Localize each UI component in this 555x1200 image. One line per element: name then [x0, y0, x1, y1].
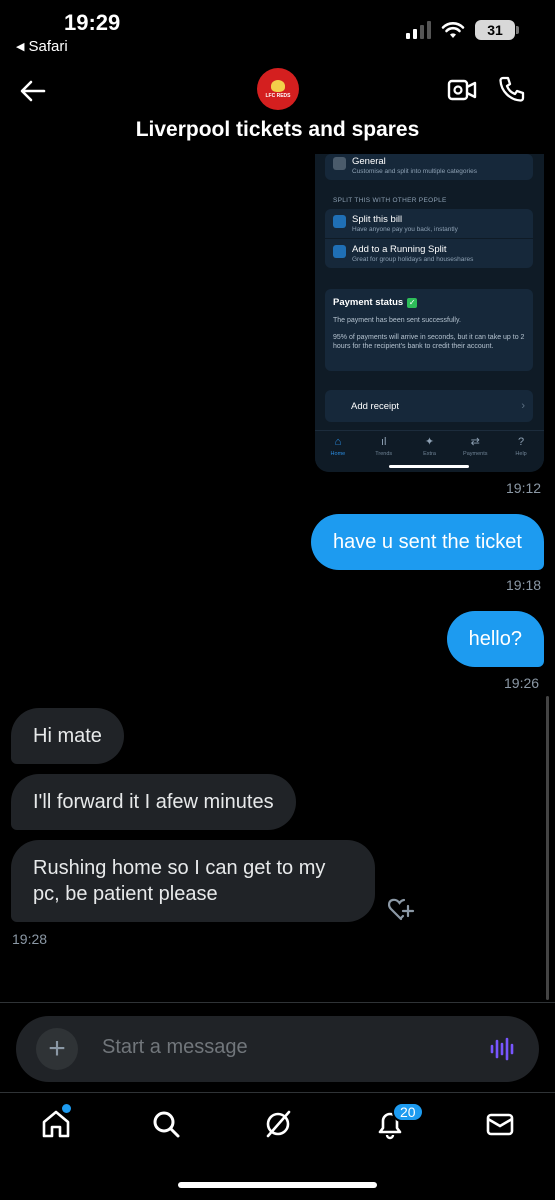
battery-indicator: 31 — [475, 20, 519, 40]
home-notification-dot — [62, 1104, 71, 1113]
back-arrow-icon[interactable] — [18, 76, 48, 106]
message-incoming[interactable]: Hi mate — [11, 708, 124, 764]
sparkle-icon: ✦ — [424, 436, 435, 448]
category-icon — [333, 157, 346, 170]
shared-image[interactable]: General Customise and split into multipl… — [315, 154, 544, 472]
payment-status-title: Payment status — [333, 297, 404, 308]
section-label: SPLIT THIS WITH OTHER PEOPLE — [333, 197, 447, 204]
receipt-card: Add receipt › — [325, 390, 533, 422]
grok-icon[interactable] — [262, 1108, 294, 1140]
help-icon: ? — [518, 436, 525, 448]
back-to-safari[interactable]: ◀ Safari — [16, 38, 68, 55]
general-card: General Customise and split into multipl… — [325, 154, 533, 180]
group-avatar[interactable]: LFC REDS — [257, 68, 299, 110]
running-split-subtitle: Great for group holidays and houseshares — [352, 256, 474, 263]
add-media-button[interactable]: + — [36, 1028, 78, 1070]
shared-tab-help: ? Help — [501, 436, 541, 472]
message-incoming[interactable]: I'll forward it I afew minutes — [11, 774, 296, 830]
nav-divider — [0, 1092, 555, 1093]
chevron-right-icon: › — [521, 400, 525, 412]
timestamp: 19:28 — [12, 931, 48, 947]
timestamp: 19:26 — [504, 675, 540, 691]
status-indicators: 31 — [406, 20, 519, 40]
general-title: General — [352, 156, 386, 167]
liverbird-icon — [271, 79, 285, 92]
back-app-label: Safari — [28, 38, 68, 55]
composer-divider — [0, 1002, 555, 1003]
message-outgoing[interactable]: hello? — [446, 611, 544, 667]
voice-message-icon[interactable] — [489, 1036, 517, 1062]
shared-tab-label: Help — [515, 451, 527, 457]
scrollbar[interactable] — [546, 696, 549, 1000]
notifications-badge: 20 — [392, 1102, 424, 1122]
message-incoming[interactable]: Rushing home so I can get to my pc, be p… — [11, 840, 375, 922]
search-icon[interactable] — [150, 1108, 182, 1140]
receipt-icon — [333, 400, 345, 412]
split-bill-icon — [333, 215, 346, 228]
shared-home-indicator — [389, 465, 469, 468]
message-composer[interactable]: + Start a message — [16, 1016, 539, 1082]
checkmark-icon: ✓ — [407, 297, 418, 308]
messages-icon[interactable] — [484, 1108, 516, 1140]
shared-tab-label: Home — [330, 451, 346, 457]
wifi-icon — [441, 22, 465, 38]
timestamp: 19:12 — [506, 480, 542, 496]
running-split-title: Add to a Running Split — [352, 244, 447, 255]
timestamp: 19:18 — [506, 577, 542, 593]
running-split-icon — [333, 245, 346, 258]
receipt-label: Add receipt — [351, 400, 400, 412]
payment-status-line1: The payment has been sent successfully. — [333, 317, 461, 324]
general-subtitle: Customise and split into multiple catego… — [352, 168, 478, 175]
phone-call-icon[interactable] — [497, 74, 527, 104]
video-call-icon[interactable] — [447, 76, 477, 104]
add-reaction-icon[interactable] — [387, 896, 415, 922]
payment-status-line2: 95% of payments will arrive in seconds, … — [333, 334, 525, 350]
shared-tab-label: Extra — [423, 451, 436, 457]
back-triangle-icon: ◀ — [16, 41, 25, 53]
home-icon: ⌂ — [334, 436, 342, 448]
conversation-title: Liverpool tickets and spares — [135, 118, 420, 141]
split-bill-subtitle: Have anyone pay you back, instantly — [352, 226, 458, 233]
shared-tab-label: Trends — [375, 451, 393, 457]
message-outgoing[interactable]: have u sent the ticket — [310, 514, 544, 570]
avatar-text: LFC REDS — [265, 92, 291, 99]
cellular-signal-icon — [406, 21, 431, 39]
message-input[interactable]: Start a message — [102, 1036, 248, 1059]
home-indicator — [178, 1182, 377, 1188]
payment-status-card: Payment status ✓ The payment has been se… — [325, 289, 533, 371]
shared-tab-home: ⌂ Home — [318, 436, 358, 472]
trends-icon: ıl — [380, 436, 387, 448]
status-time: 19:29 — [64, 10, 121, 35]
transfer-icon: ⇄ — [470, 436, 480, 448]
shared-tab-label: Payments — [463, 451, 488, 457]
split-bill-title: Split this bill — [352, 214, 403, 225]
split-card: Split this bill Have anyone pay you back… — [325, 209, 533, 268]
